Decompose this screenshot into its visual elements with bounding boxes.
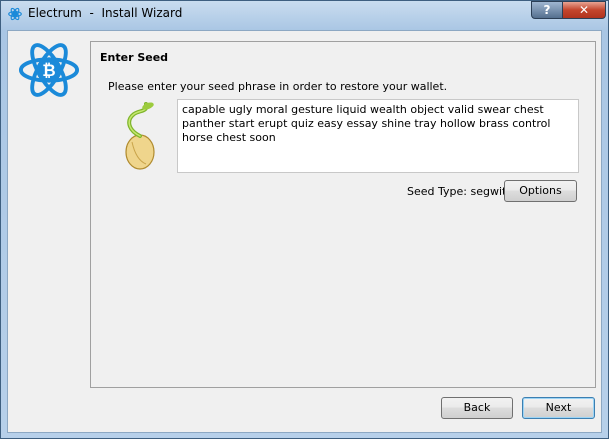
- electrum-icon: [8, 7, 22, 21]
- seed-type-label: Seed Type: segwit: [407, 185, 507, 198]
- enter-seed-panel: Enter Seed Please enter your seed phrase…: [90, 41, 596, 388]
- wizard-client-area: ₿ Enter Seed Please enter your seed phra…: [7, 30, 602, 433]
- app-name: Electrum: [28, 6, 82, 20]
- help-button[interactable]: ?: [531, 1, 563, 19]
- install-wizard-window: Electrum - Install Wizard ? ✕ ₿ Enter Se…: [0, 0, 609, 439]
- title-separator: -: [89, 6, 94, 20]
- options-button[interactable]: Options: [504, 180, 577, 202]
- instruction-text: Please enter your seed phrase in order t…: [108, 80, 448, 93]
- next-button[interactable]: Next: [522, 397, 595, 419]
- seed-phrase-input[interactable]: capable ugly moral gesture liquid wealth…: [177, 99, 579, 173]
- close-button[interactable]: ✕: [562, 1, 606, 19]
- electrum-logo-icon: ₿: [18, 43, 80, 97]
- svg-text:₿: ₿: [42, 61, 55, 80]
- seed-sprout-icon: [125, 102, 155, 170]
- title-bar[interactable]: Electrum - Install Wizard ? ✕: [1, 1, 608, 27]
- window-subtitle: Install Wizard: [101, 6, 183, 20]
- page-title: Enter Seed: [100, 51, 169, 64]
- window-title: Electrum - Install Wizard: [28, 6, 182, 20]
- back-button[interactable]: Back: [441, 397, 513, 419]
